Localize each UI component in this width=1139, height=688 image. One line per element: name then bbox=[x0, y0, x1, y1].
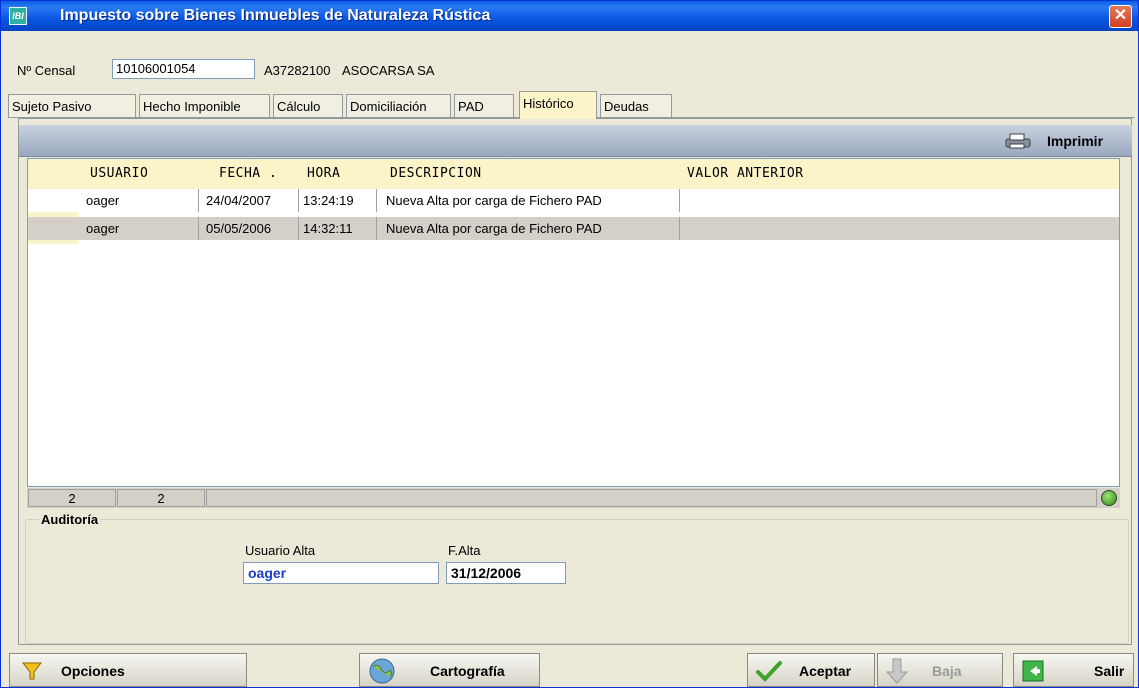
baja-button[interactable]: Baja bbox=[877, 653, 1003, 687]
cell-hora: 13:24:19 bbox=[301, 189, 377, 212]
grid-status-bar: 2 2 bbox=[27, 488, 1120, 508]
auditoria-group bbox=[25, 519, 1129, 644]
tab-deudas[interactable]: Deudas bbox=[600, 94, 672, 118]
tab-hecho-imponible[interactable]: Hecho Imponible bbox=[139, 94, 270, 118]
status-message-area bbox=[206, 489, 1097, 507]
exit-door-icon bbox=[1022, 660, 1044, 682]
main-window: IBI Impuesto sobre Bienes Inmuebles de N… bbox=[0, 0, 1139, 688]
cell-valor-anterior bbox=[680, 189, 1119, 212]
col-fecha[interactable]: FECHA . bbox=[219, 166, 277, 181]
col-hora[interactable]: HORA bbox=[307, 166, 340, 181]
down-arrow-icon bbox=[886, 658, 908, 684]
opciones-label: Opciones bbox=[61, 663, 125, 679]
title-bar[interactable]: IBI Impuesto sobre Bienes Inmuebles de N… bbox=[1, 1, 1138, 31]
col-valor-anterior[interactable]: VALOR ANTERIOR bbox=[687, 166, 804, 181]
checkmark-icon bbox=[756, 661, 782, 682]
company-name-text: ASOCARSA SA bbox=[342, 63, 435, 78]
cell-valor-anterior bbox=[680, 217, 1119, 240]
history-grid[interactable]: USUARIO FECHA . HORA DESCRIPCION VALOR A… bbox=[27, 158, 1120, 487]
record-position: 2 bbox=[117, 489, 205, 507]
app-icon: IBI bbox=[9, 7, 27, 25]
bottom-button-bar: Opciones Cartografía Aceptar Baja Salir bbox=[9, 653, 1134, 687]
globe-icon bbox=[369, 658, 395, 684]
tab-domiciliacion[interactable]: Domiciliación bbox=[346, 94, 451, 118]
panel-toolbar: Imprimir bbox=[19, 125, 1132, 157]
censal-label: Nº Censal bbox=[17, 63, 76, 78]
funnel-icon bbox=[22, 662, 42, 680]
cell-usuario: oager bbox=[85, 189, 199, 212]
cell-descripcion: Nueva Alta por carga de Fichero PAD bbox=[382, 217, 680, 240]
cartografia-button[interactable]: Cartografía bbox=[359, 653, 540, 687]
cell-descripcion: Nueva Alta por carga de Fichero PAD bbox=[382, 189, 680, 212]
col-usuario[interactable]: USUARIO bbox=[90, 166, 148, 181]
salir-label: Salir bbox=[1094, 663, 1125, 679]
col-descripcion[interactable]: DESCRIPCION bbox=[390, 166, 482, 181]
opciones-button[interactable]: Opciones bbox=[9, 653, 247, 687]
table-row[interactable]: oager 05/05/2006 14:32:11 Nueva Alta por… bbox=[28, 217, 1119, 240]
window-title: Impuesto sobre Bienes Inmuebles de Natur… bbox=[60, 7, 491, 24]
close-button[interactable]: ✕ bbox=[1109, 5, 1132, 28]
print-button[interactable]: Imprimir bbox=[1047, 133, 1103, 149]
usuario-alta-field[interactable]: oager bbox=[243, 562, 439, 584]
tab-calculo[interactable]: Cálculo bbox=[273, 94, 343, 118]
printer-icon bbox=[1005, 133, 1031, 149]
tab-strip: Sujeto Pasivo Hecho Imponible Cálculo Do… bbox=[8, 91, 1135, 119]
status-led-icon bbox=[1101, 490, 1117, 506]
aceptar-label: Aceptar bbox=[799, 663, 852, 679]
f-alta-label: F.Alta bbox=[448, 543, 481, 558]
aceptar-button[interactable]: Aceptar bbox=[747, 653, 875, 687]
cell-fecha: 24/04/2007 bbox=[204, 189, 299, 212]
usuario-alta-label: Usuario Alta bbox=[245, 543, 316, 558]
tab-pad[interactable]: PAD bbox=[454, 94, 514, 118]
nif-text: A37282100 bbox=[264, 63, 331, 78]
cell-fecha: 05/05/2006 bbox=[204, 217, 299, 240]
censal-field[interactable]: 10106001054 bbox=[112, 59, 255, 79]
salir-button[interactable]: Salir bbox=[1013, 653, 1134, 687]
table-row[interactable]: oager 24/04/2007 13:24:19 Nueva Alta por… bbox=[28, 189, 1119, 212]
auditoria-legend: Auditoría bbox=[39, 512, 101, 527]
tab-historico[interactable]: Histórico bbox=[519, 91, 597, 119]
record-count: 2 bbox=[28, 489, 116, 507]
cartografia-label: Cartografía bbox=[430, 663, 505, 679]
f-alta-field[interactable]: 31/12/2006 bbox=[446, 562, 566, 584]
cell-usuario: oager bbox=[85, 217, 199, 240]
cell-hora: 14:32:11 bbox=[301, 217, 377, 240]
tab-sujeto-pasivo[interactable]: Sujeto Pasivo bbox=[8, 94, 136, 118]
grid-header: USUARIO FECHA . HORA DESCRIPCION VALOR A… bbox=[28, 159, 1119, 189]
baja-label: Baja bbox=[932, 663, 962, 679]
